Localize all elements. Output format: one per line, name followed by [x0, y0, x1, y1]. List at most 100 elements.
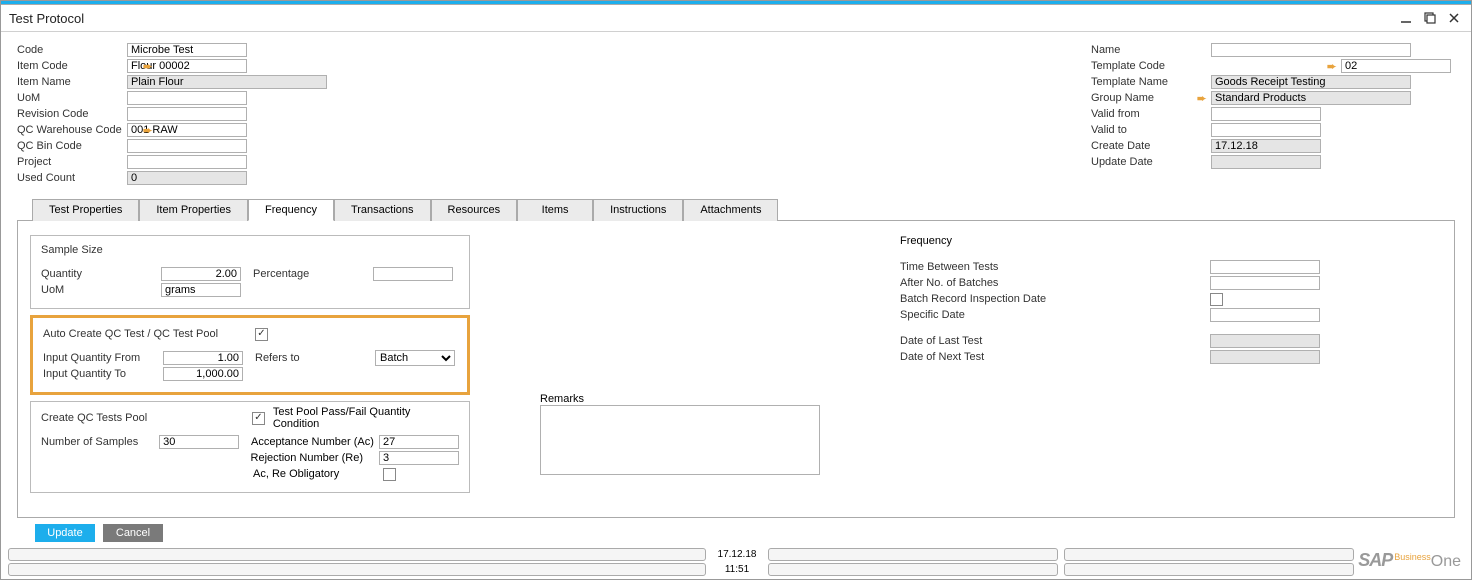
tab-frequency[interactable]: Frequency [248, 199, 334, 221]
anb-label: After No. of Batches [900, 277, 1070, 289]
sample-uom-label: UoM [41, 284, 161, 296]
maximize-button[interactable] [1421, 9, 1439, 27]
name-input[interactable] [1211, 43, 1411, 57]
window-title: Test Protocol [9, 11, 84, 26]
item-name-label: Item Name [17, 76, 127, 88]
tpl-code-label: Template Code [1091, 60, 1211, 72]
last-test-input [1210, 334, 1320, 348]
code-label: Code [17, 44, 127, 56]
auto-create-panel: Auto Create QC Test / QC Test Pool Input… [30, 315, 470, 395]
ac-number-label: Acceptance Number (Ac) [251, 436, 379, 448]
brid-checkbox[interactable] [1210, 293, 1223, 306]
anb-input[interactable] [1210, 276, 1320, 290]
cancel-button[interactable]: Cancel [103, 524, 163, 542]
sd-input[interactable] [1210, 308, 1320, 322]
create-pool-checkbox[interactable] [252, 412, 265, 425]
sample-size-panel: Sample Size Quantity Percentage UoM [30, 235, 470, 309]
tbt-label: Time Between Tests [900, 261, 1070, 273]
tab-test-properties[interactable]: Test Properties [32, 199, 139, 221]
link-arrow-icon[interactable]: ➨ [1197, 92, 1206, 105]
tbt-input[interactable] [1210, 260, 1320, 274]
sample-size-title: Sample Size [41, 244, 459, 256]
qc-bin-label: QC Bin Code [17, 140, 127, 152]
uom-input[interactable] [127, 91, 247, 105]
minimize-button[interactable] [1397, 9, 1415, 27]
cdate-input [1211, 139, 1321, 153]
tab-item-properties[interactable]: Item Properties [139, 199, 248, 221]
update-button[interactable]: Update [35, 524, 95, 542]
rev-input[interactable] [127, 107, 247, 121]
link-arrow-icon[interactable]: ➨ [143, 124, 152, 137]
tab-strip: Test Properties Item Properties Frequenc… [17, 198, 1455, 221]
udate-label: Update Date [1091, 156, 1211, 168]
vto-label: Valid to [1091, 124, 1211, 136]
re-number-label: Rejection Number (Re) [251, 452, 379, 464]
num-samples-label: Number of Samples [41, 436, 159, 448]
remarks-textarea[interactable] [540, 405, 820, 475]
sample-pct-input[interactable] [373, 267, 453, 281]
next-test-label: Date of Next Test [900, 351, 1070, 363]
num-samples-input[interactable] [159, 435, 239, 449]
remarks-label: Remarks [540, 393, 830, 405]
vto-input[interactable] [1211, 123, 1321, 137]
project-label: Project [17, 156, 127, 168]
link-arrow-icon[interactable]: ➨ [143, 60, 152, 73]
item-name-input [127, 75, 327, 89]
freq-title: Frequency [900, 235, 1320, 247]
re-number-input[interactable] [379, 451, 459, 465]
cdate-label: Create Date [1091, 140, 1211, 152]
next-test-input [1210, 350, 1320, 364]
vfrom-input[interactable] [1211, 107, 1321, 121]
oblig-label: Ac, Re Obligatory [253, 468, 383, 480]
tab-items[interactable]: Items [517, 199, 593, 221]
input-qty-to-label: Input Quantity To [43, 368, 163, 380]
pool-panel: Create QC Tests Pool Test Pool Pass/Fail… [30, 401, 470, 493]
tab-attachments[interactable]: Attachments [683, 199, 778, 221]
tab-resources[interactable]: Resources [431, 199, 518, 221]
auto-create-checkbox[interactable] [255, 328, 268, 341]
status-date: 17.12.18 [709, 549, 765, 560]
input-qty-from-label: Input Quantity From [43, 352, 163, 364]
used-label: Used Count [17, 172, 127, 184]
sap-logo: SAPBusinessOne [1358, 550, 1461, 571]
pool-cond-label: Test Pool Pass/Fail Quantity Condition [273, 406, 459, 430]
create-pool-label: Create QC Tests Pool [41, 412, 240, 424]
tab-instructions[interactable]: Instructions [593, 199, 683, 221]
rev-label: Revision Code [17, 108, 127, 120]
last-test-label: Date of Last Test [900, 335, 1070, 347]
group-input [1211, 91, 1411, 105]
ac-number-input[interactable] [379, 435, 459, 449]
tab-transactions[interactable]: Transactions [334, 199, 431, 221]
oblig-checkbox[interactable] [383, 468, 396, 481]
sample-uom-input[interactable] [161, 283, 241, 297]
refers-to-label: Refers to [255, 352, 375, 364]
close-button[interactable] [1445, 9, 1463, 27]
qc-wh-label: QC Warehouse Code [17, 124, 127, 136]
sample-qty-label: Quantity [41, 268, 161, 280]
refers-to-select[interactable]: Batch [375, 350, 455, 366]
used-input [127, 171, 247, 185]
name-label: Name [1091, 44, 1211, 56]
sd-label: Specific Date [900, 309, 1070, 321]
sample-qty-input[interactable] [161, 267, 241, 281]
sample-pct-label: Percentage [253, 268, 373, 280]
code-input[interactable] [127, 43, 247, 57]
auto-create-title: Auto Create QC Test / QC Test Pool [43, 328, 243, 340]
input-qty-from-input[interactable] [163, 351, 243, 365]
brid-label: Batch Record Inspection Date [900, 293, 1070, 305]
project-input[interactable] [127, 155, 247, 169]
qc-bin-input[interactable] [127, 139, 247, 153]
link-arrow-icon[interactable]: ➨ [1327, 60, 1336, 73]
statusbar: 17.12.18 11:51 [1, 545, 1471, 579]
tpl-name-input [1211, 75, 1411, 89]
vfrom-label: Valid from [1091, 108, 1211, 120]
item-code-label: Item Code [17, 60, 127, 72]
group-label: Group Name [1091, 92, 1211, 104]
tpl-code-input[interactable] [1341, 59, 1451, 73]
input-qty-to-input[interactable] [163, 367, 243, 381]
uom-label: UoM [17, 92, 127, 104]
status-time: 11:51 [709, 564, 765, 575]
udate-input [1211, 155, 1321, 169]
titlebar: Test Protocol [1, 5, 1471, 32]
tpl-name-label: Template Name [1091, 76, 1211, 88]
